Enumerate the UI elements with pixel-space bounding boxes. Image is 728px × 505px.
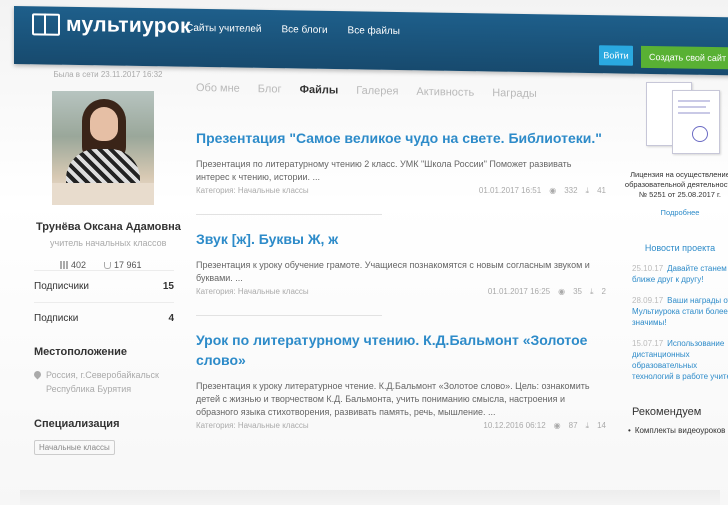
file-downloads: 14 xyxy=(597,421,606,430)
login-button[interactable]: Войти xyxy=(599,45,633,66)
site-logo[interactable]: мультиурок xyxy=(32,12,191,38)
download-icon: ⤓ xyxy=(590,287,594,296)
create-site-button[interactable]: Создать свой сайт учителя xyxy=(641,45,728,70)
specialization-tag[interactable]: Начальные классы xyxy=(34,440,115,455)
file-description: Презентация к уроку литературное чтение.… xyxy=(196,381,590,417)
right-sidebar: Лицензия на осуществление образовательно… xyxy=(620,78,728,435)
file-title[interactable]: Презентация "Самое великое чудо на свете… xyxy=(196,128,606,148)
book-icon xyxy=(32,13,60,36)
more-link[interactable]: Подробнее xyxy=(620,208,728,217)
file-downloads: 2 xyxy=(601,287,606,296)
tab-awards[interactable]: Награды xyxy=(492,87,537,100)
rating-stat: 17 961 xyxy=(104,260,142,270)
file-title[interactable]: Урок по литературному чтению. К.Д.Бальмо… xyxy=(196,330,606,370)
trophy-icon xyxy=(104,261,112,269)
download-icon: ⤓ xyxy=(585,421,590,430)
news-date: 25.10.17 xyxy=(632,264,664,273)
profile-stats: 402 17 961 xyxy=(60,260,176,270)
news-item[interactable]: 25.10.17 Давайте станем ближе друг к друг… xyxy=(632,263,728,285)
following-row[interactable]: Подписки 4 xyxy=(34,302,174,334)
nav-all-blogs[interactable]: Все блоги xyxy=(282,24,328,36)
specialization-title: Специализация xyxy=(34,418,120,430)
file-views: 87 xyxy=(568,421,578,430)
tab-activity[interactable]: Активность xyxy=(416,86,474,99)
file-meta: Категория: Начальные классы 01.01.2017 1… xyxy=(196,186,606,196)
tab-gallery[interactable]: Галерея xyxy=(356,85,398,98)
file-views: 35 xyxy=(573,287,582,296)
nav-all-files[interactable]: Все файлы xyxy=(348,25,400,37)
rating-count: 17 961 xyxy=(114,260,142,270)
file-meta: Категория: Начальные классы 10.12.2016 0… xyxy=(196,421,606,431)
map-pin-icon xyxy=(32,369,43,380)
file-stats: 01.01.2017 16:25 ◉ 35 ⤓ 2 xyxy=(488,287,606,297)
file-category[interactable]: Категория: Начальные классы xyxy=(196,186,309,196)
profile-photo[interactable] xyxy=(52,91,154,205)
photo-table xyxy=(52,183,154,205)
download-icon: ⤓ xyxy=(585,186,590,195)
recommend-title: Рекомендуем xyxy=(632,406,702,418)
license-line xyxy=(678,106,706,108)
eye-icon: ◉ xyxy=(553,421,561,430)
tab-about[interactable]: Обо мне xyxy=(196,82,240,95)
photo-face xyxy=(90,107,118,141)
file-category[interactable]: Категория: Начальные классы xyxy=(196,287,309,297)
main-nav: Сайты учителей Все блоги Все файлы xyxy=(186,23,400,37)
file-stats: 10.12.2016 06:12 ◉ 87 ⤓ 14 xyxy=(483,421,606,431)
main-content: Обо мне Блог Файлы Галерея Активность На… xyxy=(196,82,606,431)
file-description: Презентация по литературному чтению 2 кл… xyxy=(196,159,572,182)
divider xyxy=(196,315,382,316)
location-text: Россия, г.Северобайкальск Республика Бур… xyxy=(46,370,159,394)
news-item[interactable]: 28.09.17 Ваши награды от Мультиурока стал… xyxy=(632,295,728,328)
file-description: Презентация к уроку обучение грамоте. Уч… xyxy=(196,260,590,283)
profile-role: учитель начальных классов xyxy=(50,238,167,248)
license-text: Лицензия на осуществление образовательно… xyxy=(624,170,728,199)
logo-text: мультиурок xyxy=(66,12,191,38)
news-date: 28.09.17 xyxy=(632,296,664,305)
tab-blog[interactable]: Блог xyxy=(258,83,282,95)
file-item: Урок по литературному чтению. К.Д.Бальмо… xyxy=(196,330,606,431)
nav-teacher-sites[interactable]: Сайты учителей xyxy=(186,23,262,35)
file-date: 01.01.2017 16:25 xyxy=(487,287,551,296)
file-stats: 01.01.2017 16:51 ◉ 332 ⤓ 41 xyxy=(479,186,606,196)
news-title[interactable]: Новости проекта xyxy=(620,243,728,253)
eye-icon: ◉ xyxy=(558,287,566,296)
profile-sidebar: Была в сети 23.11.2017 16:32 Трунёва Окс… xyxy=(32,70,181,455)
file-meta: Категория: Начальные классы 01.01.2017 1… xyxy=(196,287,606,297)
divider xyxy=(196,214,382,215)
news-date: 15.07.17 xyxy=(632,339,664,348)
file-item: Презентация "Самое великое чудо на свете… xyxy=(196,128,606,215)
page: мультиурок Сайты учителей Все блоги Все … xyxy=(0,0,728,505)
file-title[interactable]: Звук [ж]. Буквы Ж, ж xyxy=(196,229,606,249)
file-date: 01.01.2017 16:51 xyxy=(478,186,542,195)
bar-chart-icon xyxy=(60,261,68,269)
location-title: Местоположение xyxy=(34,346,128,358)
license-image[interactable] xyxy=(642,78,722,158)
license-line xyxy=(678,112,710,114)
views-count: 402 xyxy=(71,260,87,270)
profile-tabs: Обо мне Блог Файлы Галерея Активность На… xyxy=(196,82,606,101)
file-views: 332 xyxy=(564,186,578,195)
following-count: 4 xyxy=(168,313,174,324)
location: Россия, г.Северобайкальск Республика Бур… xyxy=(32,368,176,396)
top-navigation-bar: мультиурок Сайты учителей Все блоги Все … xyxy=(14,6,728,76)
file-category[interactable]: Категория: Начальные классы xyxy=(196,421,309,431)
file-date: 10.12.2016 06:12 xyxy=(483,421,546,430)
file-item: Звук [ж]. Буквы Ж, ж Презентация к уроку… xyxy=(196,229,606,316)
license-line xyxy=(678,100,710,102)
seal-icon xyxy=(692,126,708,142)
recommend-item[interactable]: Комплекты видеоуроков xyxy=(628,426,728,435)
views-stat: 402 xyxy=(60,260,86,270)
profile-name: Трунёва Оксана Адамовна xyxy=(36,221,181,233)
page-reflection xyxy=(20,490,720,505)
last-seen: Была в сети 23.11.2017 16:32 xyxy=(53,70,163,79)
followers-count: 15 xyxy=(162,281,174,292)
followers-label: Подписчики xyxy=(34,281,90,292)
tab-files[interactable]: Файлы xyxy=(300,84,339,97)
news-item[interactable]: 15.07.17 Использование дистанционных обра… xyxy=(632,338,728,382)
followers-row[interactable]: Подписчики 15 xyxy=(34,270,174,302)
eye-icon: ◉ xyxy=(549,186,557,195)
following-label: Подписки xyxy=(34,313,79,324)
file-downloads: 41 xyxy=(597,186,606,195)
